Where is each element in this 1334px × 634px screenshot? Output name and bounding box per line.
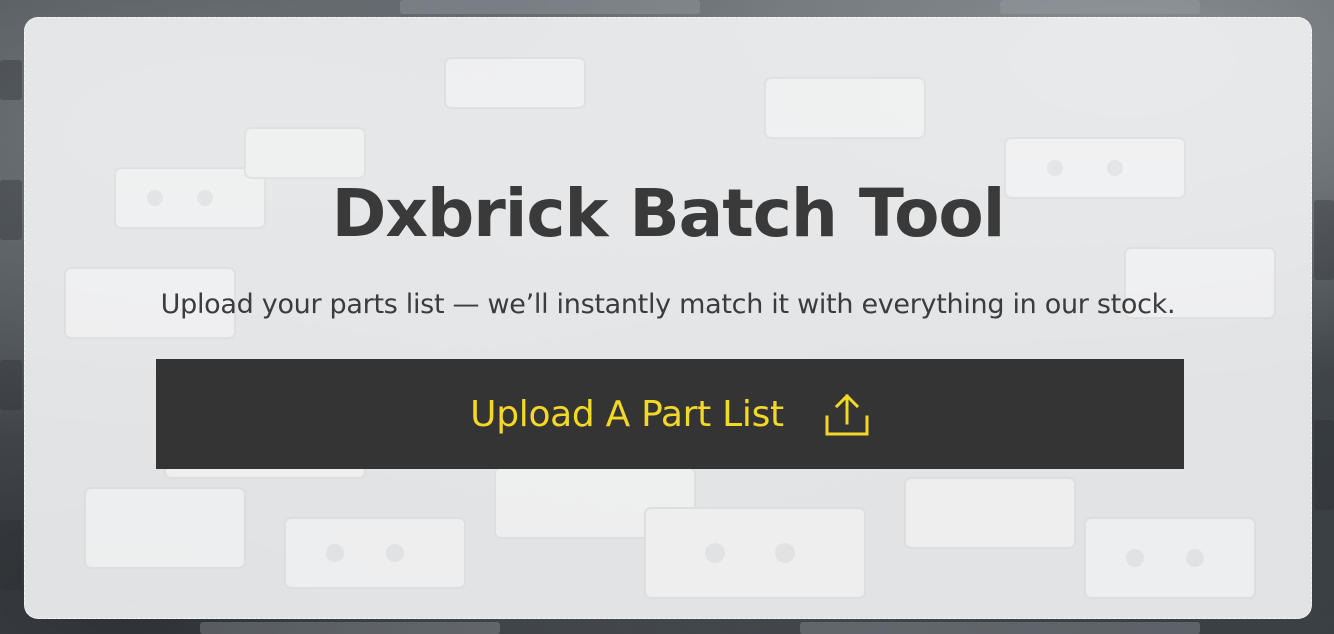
page-title: Dxbrick Batch Tool (331, 175, 1006, 252)
upload-icon (824, 391, 870, 437)
upload-button-label: Upload A Part List (470, 393, 784, 435)
batch-tool-card: Dxbrick Batch Tool Upload your parts lis… (24, 17, 1312, 619)
page-subtitle: Upload your parts list — we’ll instantly… (160, 289, 1176, 320)
upload-part-list-button[interactable]: Upload A Part List (156, 359, 1184, 469)
